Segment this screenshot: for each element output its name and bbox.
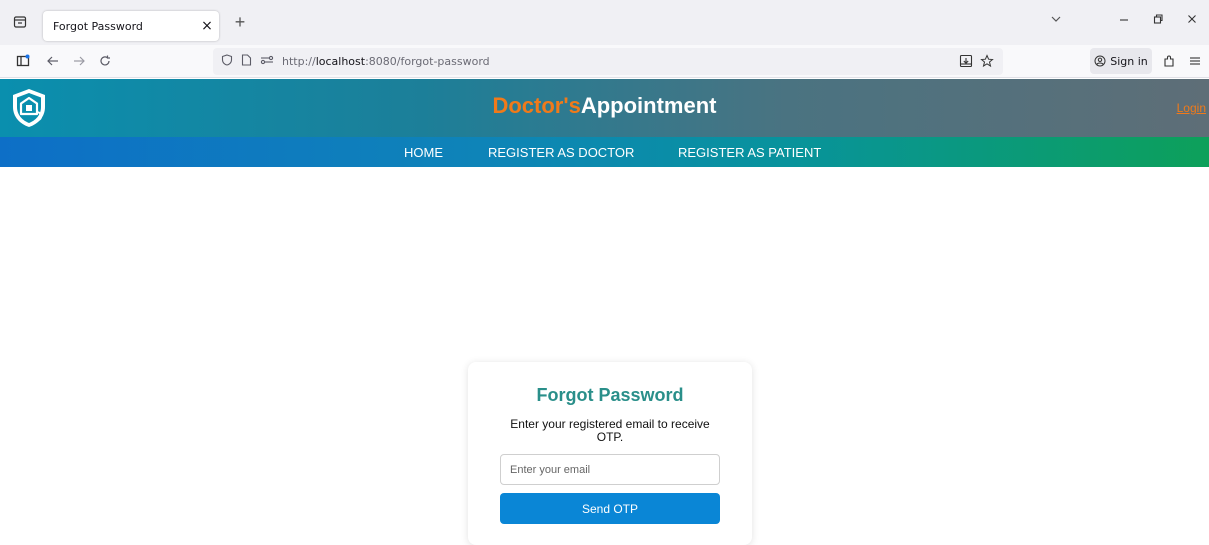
browser-tab-bar: Forgot Password × + (0, 0, 1209, 45)
tab-title: Forgot Password (53, 19, 143, 33)
card-description: Enter your registered email to receive O… (510, 417, 710, 444)
extensions-icon[interactable] (1158, 50, 1180, 72)
nav-home[interactable]: HOME (404, 145, 443, 160)
account-icon (1094, 55, 1106, 67)
url-path: :8080/forgot-password (365, 55, 490, 68)
reload-icon[interactable] (94, 50, 116, 72)
shield-icon[interactable] (221, 54, 233, 69)
bookmark-star-icon[interactable] (976, 50, 998, 72)
sign-in-button[interactable]: Sign in (1090, 48, 1152, 74)
restore-icon[interactable] (1146, 12, 1170, 28)
minimize-icon[interactable] (1112, 12, 1136, 28)
brand-title: Doctor'sAppointment (0, 93, 1209, 119)
login-link[interactable]: Login (1177, 101, 1206, 115)
browser-nav-bar: http://localhost:8080/forgot-password Si… (0, 45, 1209, 78)
close-window-icon[interactable] (1180, 12, 1204, 28)
tab-overflow-chevron-icon[interactable] (1044, 12, 1068, 28)
back-icon[interactable] (42, 50, 64, 72)
menu-icon[interactable] (1184, 50, 1206, 72)
new-tab-icon[interactable]: + (228, 12, 252, 33)
url-bar[interactable]: http://localhost:8080/forgot-password (213, 48, 1003, 75)
nav-register-doctor[interactable]: REGISTER AS DOCTOR (488, 145, 634, 160)
card-title: Forgot Password (536, 385, 684, 405)
tab-close-icon[interactable]: × (195, 18, 219, 34)
send-otp-button[interactable]: Send OTP (500, 493, 720, 524)
url-prefix: http:// (282, 55, 316, 68)
url-host: localhost (315, 55, 366, 68)
forgot-password-card: Forgot Password Enter your registered em… (468, 362, 752, 545)
url-text: http://localhost:8080/forgot-password (282, 55, 490, 68)
brand-part-doctors: Doctor's (492, 93, 581, 118)
site-header: Doctor'sAppointment Login (0, 79, 1209, 137)
email-input[interactable] (500, 454, 720, 485)
site-permissions-icon[interactable] (260, 54, 274, 69)
forward-icon[interactable] (68, 50, 90, 72)
nav-register-patient[interactable]: REGISTER AS PATIENT (678, 145, 821, 160)
reader-view-icon[interactable] (955, 50, 977, 72)
main-nav-menu: HOME REGISTER AS DOCTOR REGISTER AS PATI… (0, 137, 1209, 167)
browser-tab[interactable]: Forgot Password × (43, 11, 219, 41)
page-icon[interactable] (241, 54, 252, 69)
sign-in-label: Sign in (1110, 54, 1148, 68)
tab-list-icon[interactable] (8, 10, 32, 34)
brand-part-appointment: Appointment (580, 93, 717, 118)
sidebar-icon[interactable] (12, 50, 34, 72)
